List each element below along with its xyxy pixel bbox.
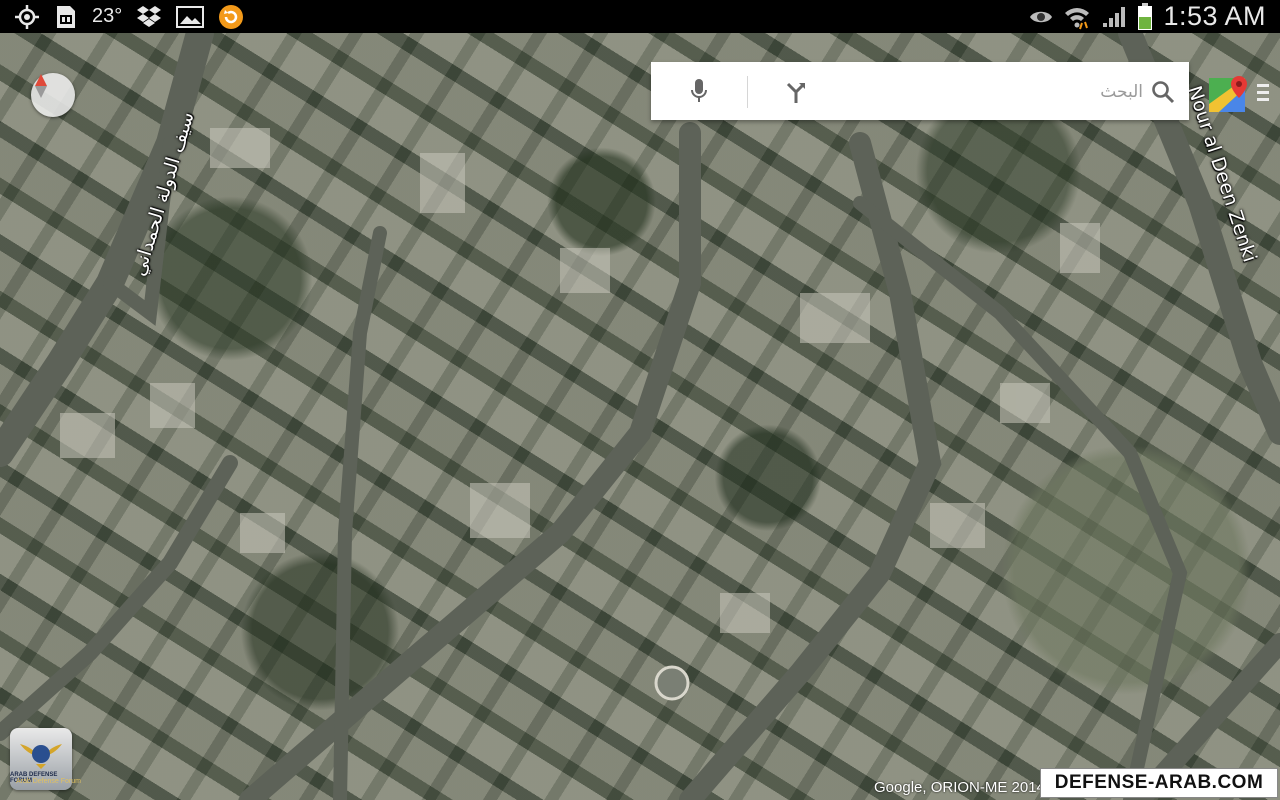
compass-needle-icon [35, 74, 47, 98]
directions-icon [786, 82, 805, 103]
wifi-icon [1063, 4, 1091, 30]
forum-logo-subtitle: Arab Defense Forum [16, 778, 81, 785]
search-icon [1152, 81, 1175, 104]
site-watermark: DEFENSE-ARAB.COM [1040, 768, 1278, 798]
map-attribution: Google, ORION-ME 2014 [874, 779, 1045, 796]
eagle-logo-icon [20, 744, 62, 769]
search-divider [747, 76, 748, 108]
overflow-menu-button[interactable] [1256, 80, 1270, 106]
signal-icon [1101, 5, 1127, 29]
map-roads-layer [0, 33, 1280, 800]
satellite-map[interactable]: سيف الدولة الحمداني Nour al Deen Zenki [0, 33, 1280, 800]
search-bar [651, 62, 1189, 120]
compass-button[interactable] [31, 73, 75, 117]
status-bar: 23° 1:53 AM [0, 0, 1280, 33]
sync-app-icon [218, 4, 244, 30]
clock-text: 1:53 AM [1163, 1, 1266, 31]
eye-icon [1029, 8, 1053, 26]
menu-icon [1257, 84, 1269, 101]
temperature-text: 23° [92, 5, 123, 27]
search-input[interactable] [831, 74, 1145, 110]
microphone-icon [691, 79, 707, 102]
google-maps-icon [1209, 76, 1247, 112]
search-button[interactable] [1149, 78, 1177, 106]
site-watermark-text: DEFENSE-ARAB.COM [1054, 772, 1264, 793]
gps-icon [14, 4, 40, 30]
google-maps-logo-button[interactable] [1207, 74, 1251, 114]
dropbox-icon [136, 5, 162, 29]
voice-search-button[interactable] [685, 77, 713, 105]
directions-button[interactable] [781, 77, 811, 107]
battery-icon [1137, 2, 1153, 31]
gallery-icon [176, 5, 205, 29]
sim-card-icon [54, 4, 78, 30]
